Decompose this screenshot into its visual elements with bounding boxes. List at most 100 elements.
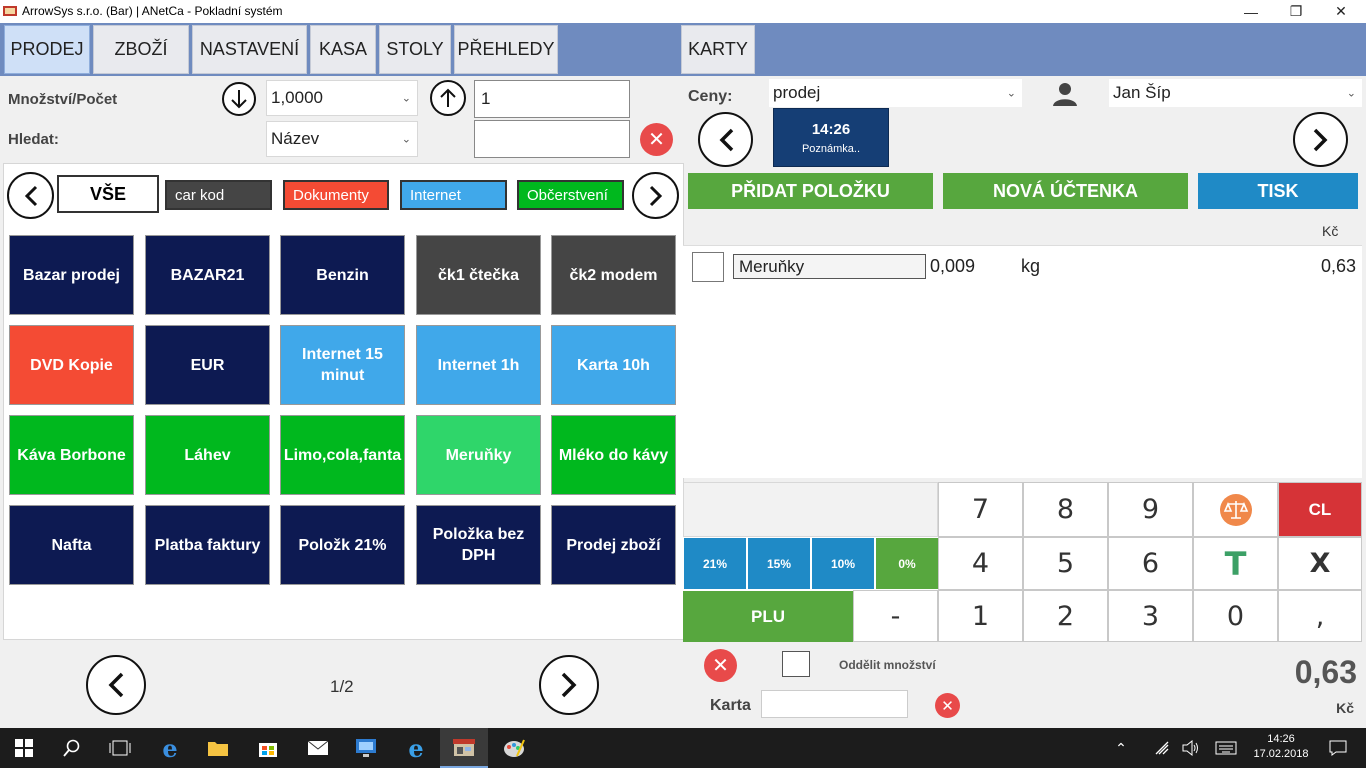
category-dokumenty[interactable]: Dokumenty: [283, 180, 389, 210]
new-receipt-button[interactable]: NOVÁ ÚČTENKA: [943, 173, 1188, 209]
price-list-select[interactable]: prodej ⌄: [769, 79, 1022, 107]
key-8[interactable]: 8: [1023, 482, 1108, 537]
categories-prev-button[interactable]: [7, 172, 54, 219]
user-select[interactable]: Jan Šíp ⌄: [1109, 79, 1362, 107]
volume-button[interactable]: [1177, 728, 1205, 768]
product-tile[interactable]: čk1 čtečka: [416, 235, 541, 315]
clock[interactable]: 14:26 17.02.2018: [1246, 732, 1316, 762]
search-by-select[interactable]: Název ⌄: [266, 121, 418, 157]
category-obcerstveni[interactable]: Občerstvení: [517, 180, 624, 210]
split-quantity-label: Oddělit množství: [839, 658, 936, 672]
clear-search-button[interactable]: ✕: [640, 123, 673, 156]
product-tile[interactable]: Káva Borbone: [9, 415, 134, 495]
vat-10-button[interactable]: 10%: [812, 538, 874, 589]
key-2[interactable]: 2: [1023, 590, 1108, 642]
tab-karty[interactable]: KARTY: [681, 25, 755, 74]
key-comma[interactable]: ,: [1278, 590, 1362, 642]
start-button[interactable]: [0, 728, 48, 768]
category-car-kod[interactable]: car kod: [165, 180, 272, 210]
ie-taskbar-button[interactable]: e: [392, 728, 440, 768]
app-taskbar-button[interactable]: [342, 728, 390, 768]
product-tile[interactable]: Internet 15 minut: [280, 325, 405, 405]
search-button[interactable]: [48, 728, 96, 768]
product-tile[interactable]: DVD Kopie: [9, 325, 134, 405]
category-vse[interactable]: VŠE: [57, 175, 159, 213]
product-tile[interactable]: Položk 21%: [280, 505, 405, 585]
product-tile[interactable]: Benzin: [280, 235, 405, 315]
product-tile[interactable]: Prodej zboží: [551, 505, 676, 585]
receipt-note-button[interactable]: 14:26 Poznámka..: [773, 108, 889, 167]
quantity-up-button[interactable]: [430, 80, 466, 116]
product-tile[interactable]: Platba faktury: [145, 505, 270, 585]
minimize-button[interactable]: —: [1228, 0, 1274, 23]
count-input[interactable]: 1: [474, 80, 630, 118]
vat-0-button[interactable]: 0%: [876, 538, 938, 589]
split-quantity-checkbox[interactable]: [782, 651, 810, 677]
item-checkbox[interactable]: [692, 252, 724, 282]
product-tile[interactable]: Nafta: [9, 505, 134, 585]
show-hidden-icons-button[interactable]: ⌃: [1106, 728, 1136, 768]
product-tile[interactable]: Internet 1h: [416, 325, 541, 405]
product-tile[interactable]: Položka bez DPH: [416, 505, 541, 585]
tab-nastaveni[interactable]: NASTAVENÍ: [192, 25, 307, 74]
key-1[interactable]: 1: [938, 590, 1023, 642]
quantity-select[interactable]: 1,0000 ⌄: [266, 80, 418, 116]
paint-taskbar-button[interactable]: [490, 728, 538, 768]
receipt-item-row[interactable]: Meruňky 0,009 kg 0,63: [683, 246, 1362, 286]
product-tile[interactable]: Bazar prodej: [9, 235, 134, 315]
key-3[interactable]: 3: [1108, 590, 1193, 642]
tab-stoly[interactable]: STOLY: [379, 25, 451, 74]
product-tile[interactable]: čk2 modem: [551, 235, 676, 315]
notifications-button[interactable]: [1320, 728, 1356, 768]
print-button[interactable]: TISK: [1198, 173, 1358, 209]
product-tile[interactable]: EUR: [145, 325, 270, 405]
key-0[interactable]: 0: [1193, 590, 1278, 642]
product-tile[interactable]: Meruňky: [416, 415, 541, 495]
product-tile[interactable]: Limo,cola,fanta: [280, 415, 405, 495]
edge-taskbar-button[interactable]: e: [146, 728, 194, 768]
receipt-next-button[interactable]: [1293, 112, 1348, 167]
categories-next-button[interactable]: [632, 172, 679, 219]
tab-zbozi[interactable]: ZBOŽÍ: [93, 25, 189, 74]
card-input[interactable]: [761, 690, 908, 718]
tab-prodej[interactable]: PRODEJ: [4, 25, 90, 74]
clear-card-button[interactable]: ✕: [935, 693, 960, 718]
page-next-button[interactable]: [539, 655, 599, 715]
mail-taskbar-button[interactable]: [294, 728, 342, 768]
category-internet[interactable]: Internet: [400, 180, 507, 210]
scale-button[interactable]: [1193, 482, 1278, 537]
plu-button[interactable]: PLU: [683, 591, 853, 642]
multiply-button[interactable]: X: [1278, 537, 1362, 590]
vat-15-button[interactable]: 15%: [748, 538, 810, 589]
store-taskbar-button[interactable]: [244, 728, 292, 768]
page-prev-button[interactable]: [86, 655, 146, 715]
t-button[interactable]: T: [1193, 537, 1278, 590]
cancel-receipt-button[interactable]: ✕: [704, 649, 737, 682]
vat-21-button[interactable]: 21%: [684, 538, 746, 589]
network-button[interactable]: [1148, 728, 1176, 768]
task-view-button[interactable]: [96, 728, 144, 768]
key-minus[interactable]: -: [853, 590, 938, 642]
key-6[interactable]: 6: [1108, 537, 1193, 590]
receipt-prev-button[interactable]: [698, 112, 753, 167]
pos-taskbar-button[interactable]: [440, 728, 488, 768]
tab-kasa[interactable]: KASA: [310, 25, 376, 74]
product-tile[interactable]: BAZAR21: [145, 235, 270, 315]
explorer-taskbar-button[interactable]: [194, 728, 242, 768]
key-5[interactable]: 5: [1023, 537, 1108, 590]
keyboard-button[interactable]: [1210, 728, 1242, 768]
close-button[interactable]: ✕: [1318, 0, 1364, 23]
product-tile[interactable]: Láhev: [145, 415, 270, 495]
clear-button[interactable]: CL: [1278, 482, 1362, 537]
key-4[interactable]: 4: [938, 537, 1023, 590]
quantity-down-button[interactable]: [222, 82, 256, 116]
chevron-up-icon: ⌃: [1115, 739, 1127, 756]
key-7[interactable]: 7: [938, 482, 1023, 537]
maximize-button[interactable]: ❐: [1273, 0, 1319, 23]
add-item-button[interactable]: PŘIDAT POLOŽKU: [688, 173, 933, 209]
product-tile[interactable]: Mléko do kávy: [551, 415, 676, 495]
search-input[interactable]: [474, 120, 630, 158]
product-tile[interactable]: Karta 10h: [551, 325, 676, 405]
key-9[interactable]: 9: [1108, 482, 1193, 537]
tab-prehledy[interactable]: PŘEHLEDY: [454, 25, 558, 74]
